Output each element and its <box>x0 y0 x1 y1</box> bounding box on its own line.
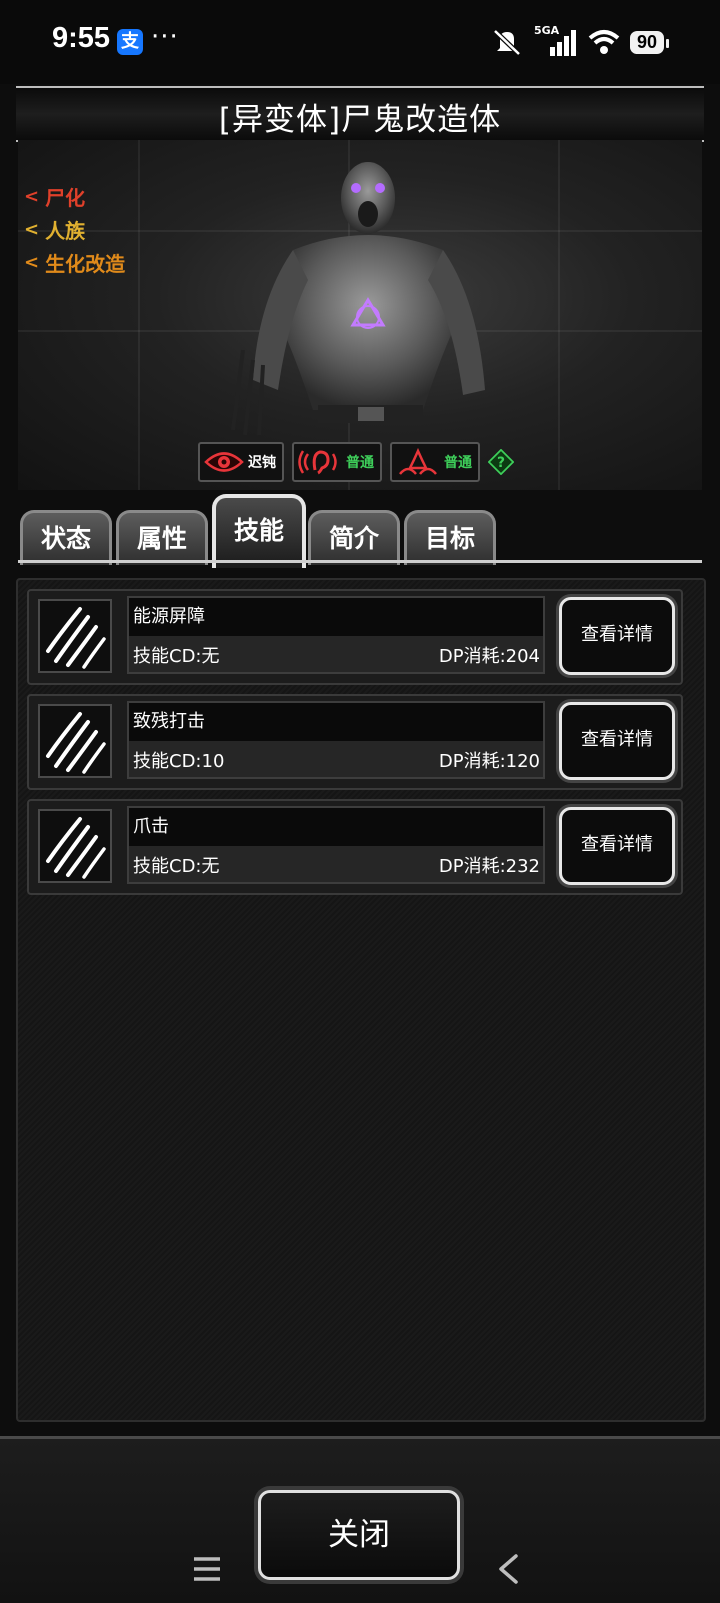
signal-icon: 5GA <box>532 24 578 57</box>
trait-item[interactable]: < 人族 <box>24 213 125 246</box>
smell-icon <box>399 448 437 475</box>
view-details-button[interactable]: 查看详情 <box>559 702 675 780</box>
skill-name: 爪击 <box>133 816 169 837</box>
skill-row: 能源屏障 技能CD:无 DP消耗:204 查看详情 <box>27 589 683 685</box>
skill-stats: 技能CD:无 DP消耗:232 <box>129 846 543 882</box>
share-icon: < <box>24 186 40 207</box>
skill-icon-frame <box>38 599 112 673</box>
page-title: [异变体]尸鬼改造体 <box>218 102 502 138</box>
claw-icon <box>46 817 106 879</box>
skill-row: 爪击 技能CD:无 DP消耗:232 查看详情 <box>27 799 683 895</box>
trait-list: < 尸化 < 人族 < 生化改造 <box>24 180 125 279</box>
back-icon[interactable] <box>496 1553 520 1585</box>
battery-indicator: 90 <box>629 30 670 54</box>
skills-panel: 能源屏障 技能CD:无 DP消耗:204 查看详情 致残打击 技能CD:10 D… <box>16 578 706 1422</box>
tab-bar: 状态 属性 技能 简介 目标 <box>18 494 702 568</box>
ghoul-figure-image <box>231 162 485 436</box>
smell-tag-label: 普通 <box>444 455 472 471</box>
vision-tag-label: 迟钝 <box>248 455 276 471</box>
trait-label: 生化改造 <box>45 252 126 276</box>
skill-info: 致残打击 技能CD:10 DP消耗:120 <box>127 701 545 779</box>
skill-info: 爪击 技能CD:无 DP消耗:232 <box>127 806 545 884</box>
wifi-icon <box>588 30 620 54</box>
tab-attributes[interactable]: 属性 <box>116 510 208 565</box>
skill-cooldown: 技能CD:10 <box>133 751 225 772</box>
view-details-button[interactable]: 查看详情 <box>559 807 675 885</box>
claw-icon <box>46 607 106 669</box>
clock: 9:55 <box>52 22 111 54</box>
skill-dp-cost: DP消耗:120 <box>438 751 540 772</box>
ear-icon <box>298 450 337 475</box>
status-icons: 5GA 90 <box>492 24 670 60</box>
hearing-tag[interactable]: 普通 <box>292 442 382 482</box>
skill-info: 能源屏障 技能CD:无 DP消耗:204 <box>127 596 545 674</box>
skill-name: 致残打击 <box>133 711 205 732</box>
title-bar: [异变体]尸鬼改造体 <box>16 86 704 142</box>
tab-status[interactable]: 状态 <box>20 510 112 565</box>
skill-dp-cost: DP消耗:204 <box>438 646 540 667</box>
share-icon: < <box>24 252 40 273</box>
menu-icon[interactable] <box>192 1555 222 1583</box>
vision-tag[interactable]: 迟钝 <box>198 442 284 482</box>
help-icon[interactable]: ? <box>488 449 514 475</box>
close-button[interactable]: 关闭 <box>258 1490 460 1580</box>
claw-icon <box>46 712 106 774</box>
skill-row: 致残打击 技能CD:10 DP消耗:120 查看详情 <box>27 694 683 790</box>
eye-icon <box>204 452 244 472</box>
mute-icon <box>493 29 521 56</box>
tab-divider <box>18 560 702 563</box>
hearing-tag-label: 普通 <box>346 455 374 471</box>
skill-name: 能源屏障 <box>133 606 205 627</box>
creature-portrait: < 尸化 < 人族 < 生化改造 迟钝 普通 普通 ? <box>18 140 702 490</box>
skill-stats: 技能CD:10 DP消耗:120 <box>129 741 543 777</box>
tab-target[interactable]: 目标 <box>404 510 496 565</box>
smell-tag[interactable]: 普通 <box>390 442 480 482</box>
alipay-notification-icon: 支 <box>117 29 143 55</box>
tab-skills[interactable]: 技能 <box>212 494 306 568</box>
view-details-button[interactable]: 查看详情 <box>559 597 675 675</box>
skill-cooldown: 技能CD:无 <box>133 856 220 877</box>
skill-icon-frame <box>38 704 112 778</box>
skill-icon-frame <box>38 809 112 883</box>
svg-text:?: ? <box>497 455 505 471</box>
trait-item[interactable]: < 生化改造 <box>24 246 125 279</box>
trait-item[interactable]: < 尸化 <box>24 180 125 213</box>
trait-label: 尸化 <box>45 186 86 210</box>
skill-stats: 技能CD:无 DP消耗:204 <box>129 636 543 672</box>
status-bar: 9:55 支 ··· 5GA 90 <box>0 0 720 84</box>
share-icon: < <box>24 219 40 240</box>
skill-dp-cost: DP消耗:232 <box>438 856 540 877</box>
more-notifications-icon: ··· <box>151 22 179 52</box>
perception-tags: 迟钝 普通 普通 ? <box>198 442 514 482</box>
skill-cooldown: 技能CD:无 <box>133 646 220 667</box>
trait-label: 人族 <box>45 219 86 243</box>
tab-intro[interactable]: 简介 <box>308 510 400 565</box>
